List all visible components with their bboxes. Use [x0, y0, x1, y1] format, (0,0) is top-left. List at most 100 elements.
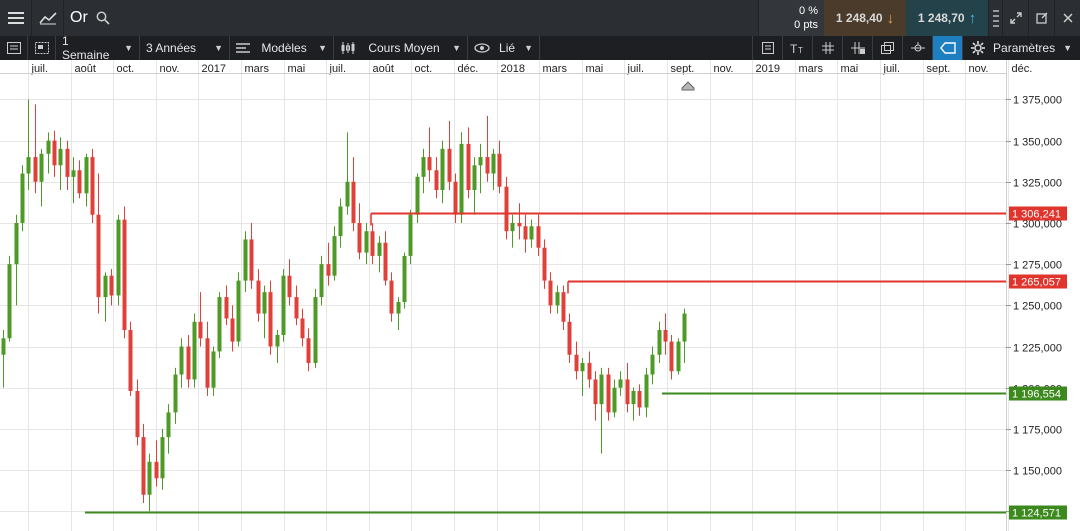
chart-toolbar: 1 Semaine ▼ 3 Années ▼ Modèles ▼ Cours M… — [0, 34, 1080, 62]
candle-body — [389, 280, 394, 314]
templates-dropdown[interactable]: Modèles ▼ — [230, 36, 334, 60]
candle-body — [186, 346, 191, 380]
close-button[interactable] — [1054, 0, 1080, 36]
crosshair-tool[interactable] — [842, 36, 872, 60]
candle-body — [14, 222, 19, 265]
candle-body — [625, 379, 630, 405]
candle-body — [421, 157, 426, 177]
candle-body — [122, 219, 127, 331]
candle-body — [669, 341, 674, 372]
candle-body — [249, 239, 254, 281]
candle-body — [135, 390, 140, 438]
line-chart-icon — [38, 12, 57, 25]
y-tick-label: 1 225,000 — [1013, 343, 1062, 355]
buy-price-button[interactable]: 1 248,70 ↑ — [906, 0, 988, 36]
expand-button[interactable] — [1002, 0, 1028, 36]
candle-body — [357, 222, 362, 253]
indicator-icon — [910, 42, 925, 52]
popout-button[interactable] — [1028, 0, 1054, 36]
candle-body — [198, 321, 203, 339]
candle-body — [173, 374, 178, 413]
candle-body — [90, 157, 95, 215]
y-tick-label: 1 150,000 — [1013, 466, 1062, 478]
drag-handle[interactable] — [988, 0, 1002, 36]
candle-body — [555, 292, 560, 306]
list-view-button[interactable] — [0, 36, 28, 60]
layers-tool[interactable] — [872, 36, 902, 60]
candle-body — [491, 153, 496, 174]
popout-icon — [1035, 12, 1047, 24]
candle-body — [116, 219, 121, 296]
candle-body — [561, 292, 566, 322]
price-chart[interactable]: juil. août oct. nov. 2017 mars mai juil. août oct… — [0, 60, 1080, 531]
candle-body — [364, 231, 369, 253]
candle-body — [275, 334, 280, 347]
indicator-tool[interactable] — [902, 36, 932, 60]
candle-body — [313, 297, 318, 363]
search-icon[interactable] — [92, 11, 114, 25]
candle-body — [332, 236, 337, 276]
sell-price: 1 248,40 — [835, 11, 883, 25]
candle-body — [128, 330, 133, 391]
legend-tool[interactable] — [752, 36, 782, 60]
candle-body — [370, 231, 375, 256]
candle-body — [160, 437, 165, 479]
candle-body — [574, 354, 579, 372]
sell-price-button[interactable]: 1 248,40 ↓ — [824, 0, 906, 36]
resistance-level-label: 1 265,057 — [1012, 277, 1061, 289]
candle-body — [211, 351, 216, 388]
caret-down-icon: ▼ — [318, 43, 327, 53]
range-dropdown[interactable]: 3 Années ▼ — [140, 36, 230, 60]
tag-tool[interactable] — [932, 36, 963, 60]
support-level-label: 1 124,571 — [1012, 508, 1061, 520]
candle-body — [179, 346, 184, 375]
arrow-down-icon: ↓ — [886, 9, 895, 27]
period-dropdown[interactable]: 1 Semaine ▼ — [56, 34, 140, 62]
candle-body — [548, 280, 553, 306]
candle-body — [230, 318, 235, 342]
y-axis-ticks: 1 375,0001 350,0001 325,0001 300,0001 27… — [1006, 95, 1062, 519]
support-level-label: 1 196,554 — [1012, 389, 1061, 401]
candle-body — [682, 313, 687, 342]
text-tool[interactable]: TT — [782, 36, 812, 60]
y-tick-label: 1 175,000 — [1013, 425, 1062, 437]
candle-body — [77, 170, 82, 194]
chart-mode-button[interactable] — [32, 0, 64, 36]
settings-label: Paramètres — [993, 41, 1056, 55]
candle-body — [650, 354, 655, 375]
chart-type-label: Cours Moyen — [368, 41, 440, 55]
menu-button[interactable] — [0, 0, 32, 36]
candle-body — [154, 461, 159, 479]
candle-body — [466, 143, 471, 191]
candle-body — [517, 222, 522, 227]
layers-icon — [880, 42, 894, 54]
candle-body — [26, 157, 31, 174]
candle-body — [408, 214, 413, 256]
candle-body — [529, 226, 534, 240]
candle-body — [20, 173, 25, 223]
candle-body — [243, 239, 248, 281]
candle-body — [103, 275, 108, 298]
layout-button[interactable] — [28, 36, 56, 60]
candle-body — [510, 222, 515, 232]
chart-window: Or 0 % 0 pts 1 248,40 ↓ 1 248,70 ↑ 1 Sem… — [0, 0, 1080, 531]
chart-type-dropdown[interactable]: Cours Moyen ▼ — [334, 36, 468, 60]
svg-text:T: T — [798, 46, 803, 54]
close-icon — [1062, 13, 1073, 23]
caret-down-icon: ▼ — [124, 43, 133, 53]
caret-down-icon: ▼ — [214, 43, 223, 53]
candle-body — [657, 330, 662, 355]
settings-button[interactable]: Paramètres ▼ — [962, 36, 1080, 60]
candle-body — [427, 157, 432, 171]
grip-icon — [992, 10, 999, 27]
grid-tool[interactable] — [812, 36, 842, 60]
candle-body — [319, 264, 324, 298]
link-dropdown[interactable]: Lié ▼ — [468, 36, 540, 60]
home-marker-icon[interactable] — [681, 81, 695, 91]
change-percent: 0 % — [799, 5, 818, 17]
caret-down-icon: ▼ — [1063, 43, 1072, 53]
candle-body — [402, 255, 407, 303]
candle-body — [434, 170, 439, 191]
expand-icon — [1009, 12, 1022, 24]
candle-body — [599, 374, 604, 405]
